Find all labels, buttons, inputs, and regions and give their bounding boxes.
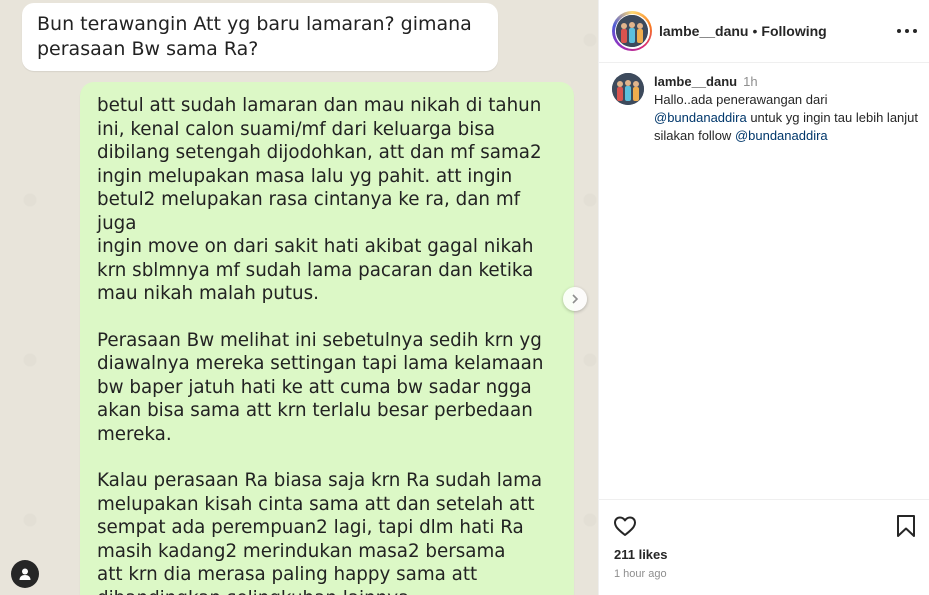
post-actions: 211 likes 1 hour ago (599, 499, 929, 595)
post-caption: lambe__danu 1h Hallo..ada penerawangan da… (612, 73, 922, 145)
user-tag-icon (19, 568, 31, 580)
question-message: Bun terawangin Att yg baru lamaran? gima… (37, 13, 472, 60)
tagged-users-button[interactable] (11, 560, 39, 588)
next-image-button[interactable] (563, 287, 587, 311)
reply-paragraph-2: Perasaan Bw melihat ini sebetulnya sedih… (97, 329, 544, 445)
header-username[interactable]: lambe__danu (659, 23, 748, 39)
save-button[interactable] (895, 514, 917, 543)
more-horizontal-icon (897, 29, 901, 33)
post-time[interactable]: 1 hour ago (614, 568, 667, 580)
caption-text: Hallo..ada penerawangan dari @bundanaddi… (654, 91, 922, 145)
instagram-post-view: Bun terawangin Att yg baru lamaran? gima… (0, 0, 929, 595)
caption-text-part: Hallo..ada penerawangan dari (654, 92, 828, 107)
mention-link[interactable]: @bundanaddira (735, 128, 828, 143)
heart-icon (614, 516, 636, 536)
post-image[interactable]: Bun terawangin Att yg baru lamaran? gima… (0, 0, 598, 595)
caption-time[interactable]: 1h (743, 74, 757, 89)
avatar[interactable] (612, 11, 652, 51)
caption-username[interactable]: lambe__danu (654, 74, 737, 89)
following-button[interactable]: Following (761, 23, 826, 39)
caption-avatar[interactable] (612, 73, 644, 105)
like-button[interactable] (613, 514, 637, 543)
reply-paragraph-1: betul att sudah lamaran dan mau nikah di… (97, 95, 542, 304)
profile-picture (612, 73, 644, 105)
profile-picture (616, 15, 648, 47)
chevron-right-icon (572, 294, 579, 304)
post-side-panel: lambe__danu • Following lambe__danu 1h H… (598, 0, 929, 595)
more-options-button[interactable] (897, 23, 917, 39)
post-header: lambe__danu • Following (599, 0, 929, 63)
reply-paragraph-3: Kalau perasaan Ra biasa saja krn Ra suda… (97, 470, 543, 595)
incoming-chat-bubble: Bun terawangin Att yg baru lamaran? gima… (22, 3, 498, 71)
outgoing-chat-bubble: betul att sudah lamaran dan mau nikah di… (80, 82, 574, 595)
header-separator: • (752, 23, 758, 39)
mention-link[interactable]: @bundanaddira (654, 110, 747, 125)
likes-count[interactable]: 211 likes (614, 547, 668, 562)
bookmark-icon (897, 515, 915, 537)
